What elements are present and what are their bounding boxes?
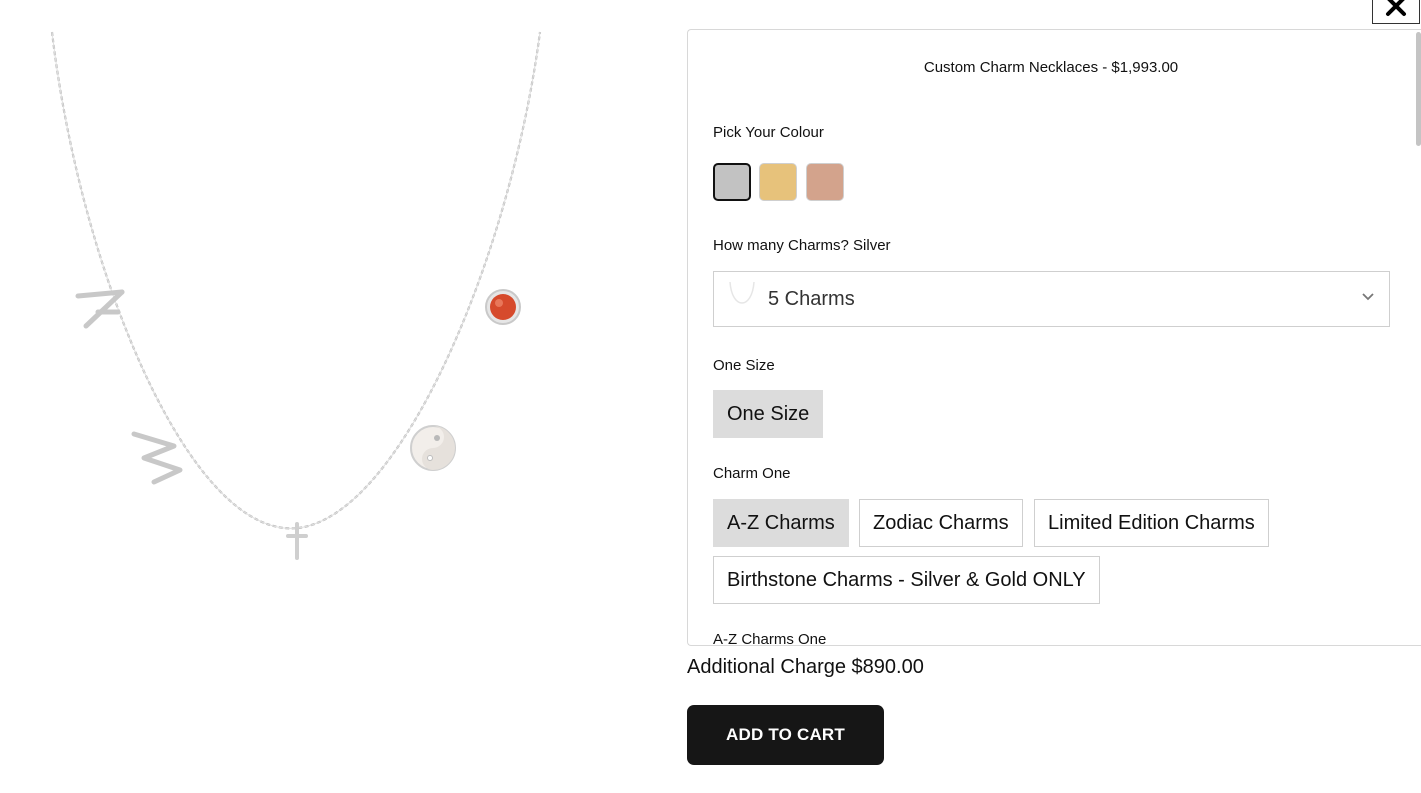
charm-one-option-birthstone[interactable]: Birthstone Charms - Silver & Gold ONLY <box>713 556 1100 604</box>
panel-scrollbar[interactable] <box>1415 30 1421 645</box>
colour-label: Pick Your Colour <box>713 124 824 141</box>
product-image <box>40 20 560 580</box>
az-charms-one-label: A-Z Charms One <box>713 631 827 646</box>
chevron-down-icon <box>1361 290 1375 309</box>
swatch-rose-gold[interactable] <box>806 163 844 201</box>
charm-one-option-a-z[interactable]: A-Z Charms <box>713 499 849 547</box>
charm-one-option-limited-edition[interactable]: Limited Edition Charms <box>1034 499 1269 547</box>
swatch-silver[interactable] <box>713 163 751 201</box>
charm-one-option-zodiac[interactable]: Zodiac Charms <box>859 499 1023 547</box>
add-to-cart-button[interactable]: ADD TO CART <box>687 705 884 765</box>
additional-charge: Additional Charge $890.00 <box>687 656 924 678</box>
product-options-panel[interactable]: Custom Charm Necklaces - $1,993.00 Pick … <box>687 29 1421 646</box>
charm-one-label: Charm One <box>713 465 791 482</box>
scrollbar-thumb[interactable] <box>1416 32 1421 146</box>
size-option-one-size[interactable]: One Size <box>713 390 824 438</box>
charms-count-value: 5 Charms <box>768 287 855 310</box>
close-icon <box>1385 0 1407 22</box>
necklace-thumbnail-icon <box>728 280 756 318</box>
size-label: One Size <box>713 357 775 374</box>
charms-count-select[interactable]: 5 Charms <box>713 271 1390 327</box>
swatch-gold[interactable] <box>759 163 797 201</box>
close-button[interactable] <box>1372 0 1420 24</box>
product-title: Custom Charm Necklaces - $1,993.00 <box>923 59 1179 76</box>
charms-count-label: How many Charms? Silver <box>713 237 891 254</box>
